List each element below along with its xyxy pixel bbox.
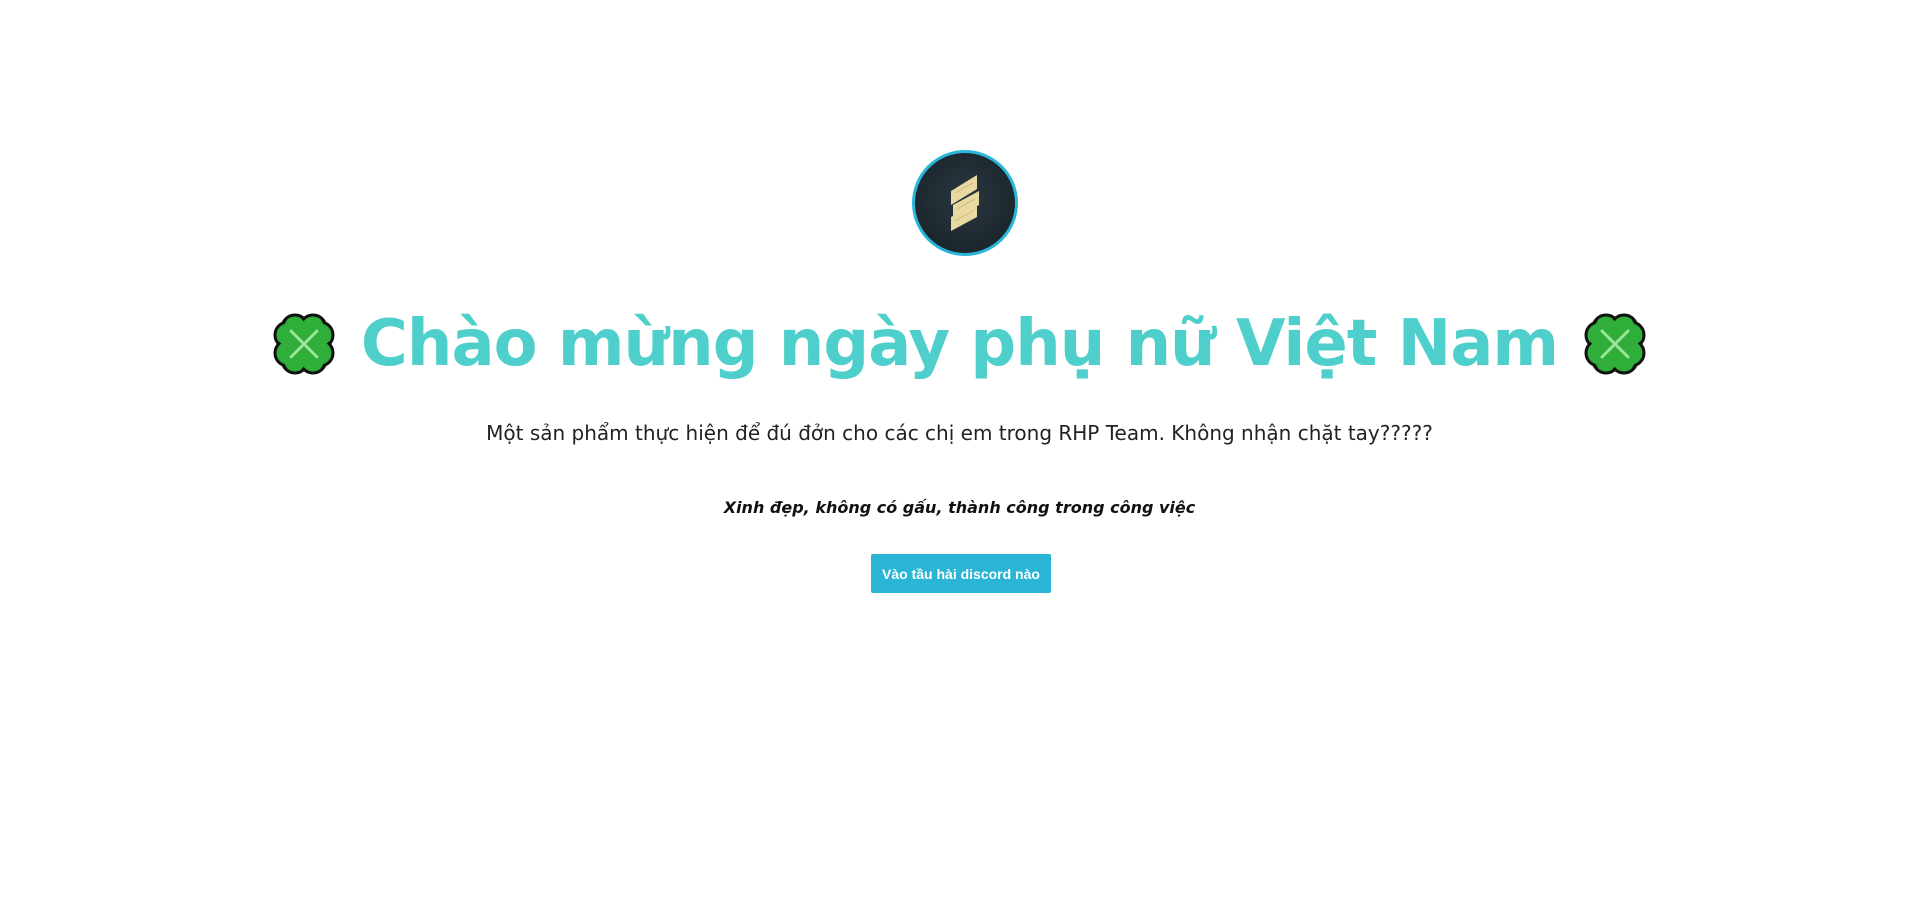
hero-heading: Chào mừng ngày phụ nữ Việt Nam: [0, 298, 1919, 390]
subtitle: Một sản phẩm thực hiện để đú đởn cho các…: [486, 421, 1433, 445]
join-discord-button[interactable]: Vào tầu hài discord nào: [871, 554, 1051, 593]
s-logo-icon: [951, 175, 979, 231]
avatar: [912, 150, 1018, 256]
four-leaf-clover-icon: [273, 313, 335, 375]
four-leaf-clover-icon: [1584, 313, 1646, 375]
tagline: Xinh đẹp, không có gấu, thành công trong…: [723, 498, 1196, 517]
page-title: Chào mừng ngày phụ nữ Việt Nam: [360, 307, 1559, 381]
landing-page: Chào mừng ngày phụ nữ Việt Nam Một sản p…: [0, 0, 1919, 913]
